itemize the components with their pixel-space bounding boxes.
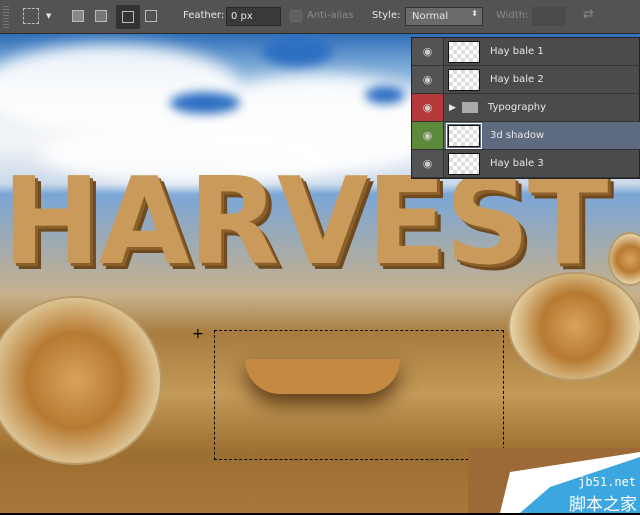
crosshair-cursor-icon: + [192,326,204,342]
layer-name: Typography [487,102,547,113]
options-bar: ▼ Feather: 0 px Anti-alias Style: Normal… [0,0,640,34]
intersect-selection-icon[interactable] [145,10,157,22]
layer-thumbnail [446,122,482,149]
watermark: jb51.net 脚本之家 [470,452,640,515]
style-value: Normal [412,11,449,22]
swap-icon[interactable]: ⇄ [583,7,594,25]
layer-row-hay-bale-1[interactable]: ◉ Hay bale 1 [412,38,640,66]
select-arrows-icon: ⬍ [471,9,478,18]
style-label: Style: [372,10,401,21]
layer-row-hay-bale-3[interactable]: ◉ Hay bale 3 [412,150,640,178]
antialias-checkbox[interactable] [290,10,302,22]
layer-thumbnail [448,152,480,175]
antialias-label: Anti-alias [307,10,354,21]
visibility-eye-icon[interactable]: ◉ [412,150,444,177]
style-select[interactable]: Normal ⬍ [405,7,483,26]
layer-name: Hay bale 3 [490,158,544,169]
width-label: Width: [496,10,529,21]
layer-name: Hay bale 2 [490,74,544,85]
visibility-eye-icon[interactable]: ◉ [412,94,444,121]
toolbar-grip[interactable] [3,5,9,28]
visibility-eye-icon[interactable]: ◉ [412,66,444,93]
watermark-url: jb51.net [578,475,636,489]
sky-patch [365,86,405,104]
layer-thumbnail [448,40,480,63]
layers-panel: ◉ Hay bale 1 ◉ Hay bale 2 ◉ ▶ Typography ◉ 3d… [411,37,640,179]
folder-icon [461,102,478,113]
hay-bale-1 [510,274,640,379]
add-to-selection-icon[interactable] [95,10,107,22]
layer-name: Hay bale 1 [490,46,544,57]
feather-label: Feather: [183,10,225,21]
layer-row-3d-shadow[interactable]: ◉ 3d shadow [412,122,640,150]
hay-bale-small [610,234,640,284]
expand-arrow-icon[interactable]: ▶ [449,103,456,113]
hay-bale-3 [0,298,160,463]
visibility-eye-icon[interactable]: ◉ [412,38,444,65]
tool-preset-dropdown[interactable]: ▼ [46,12,51,30]
sky-patch [262,36,332,66]
subtract-from-selection-icon[interactable] [116,5,140,29]
sky-patch [170,92,240,114]
feather-value: 0 px [231,11,253,22]
layer-thumbnail [448,68,480,91]
layer-row-typography[interactable]: ◉ ▶ Typography [412,94,640,122]
watermark-name: 脚本之家 [569,495,637,515]
layer-name: 3d shadow [490,130,545,141]
new-selection-icon[interactable] [72,10,84,22]
marquee-tool-icon[interactable] [23,8,39,24]
layer-row-hay-bale-2[interactable]: ◉ Hay bale 2 [412,66,640,94]
visibility-eye-icon[interactable]: ◉ [412,122,444,149]
marquee-selection[interactable] [214,330,504,460]
feather-input[interactable]: 0 px [226,7,281,26]
width-input[interactable] [532,7,566,26]
